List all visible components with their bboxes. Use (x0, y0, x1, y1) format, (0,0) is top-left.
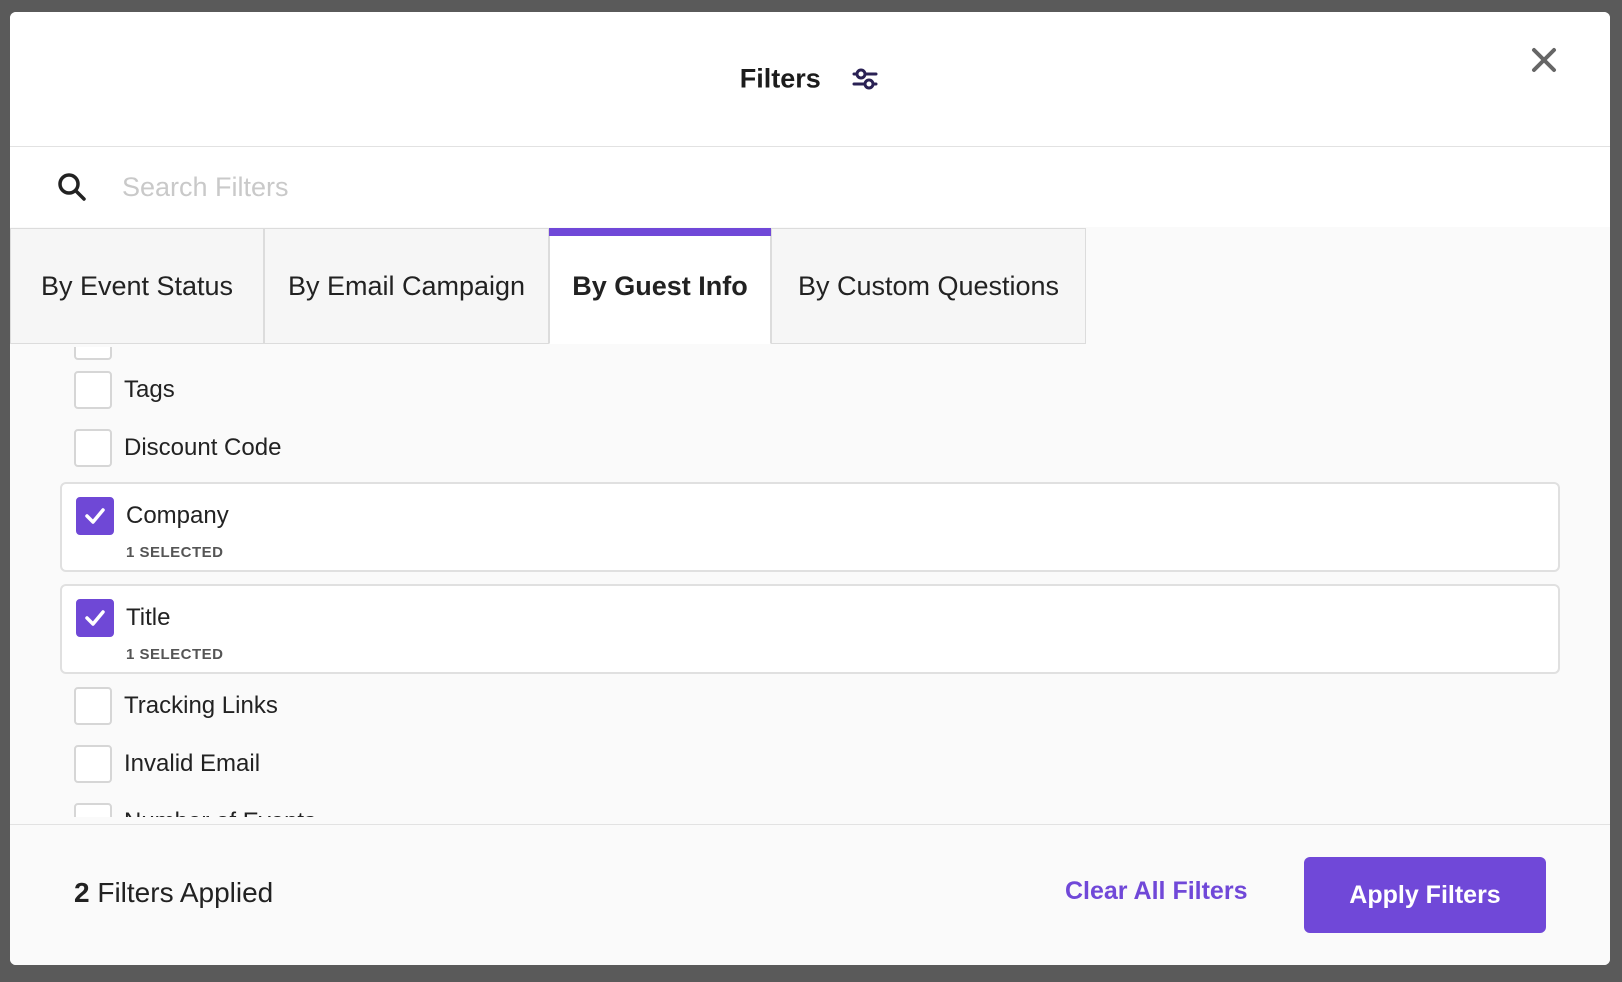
filters-applied-summary: 2 Filters Applied (74, 877, 273, 909)
checkbox-checked[interactable] (76, 497, 114, 535)
applied-label: Filters Applied (97, 877, 274, 908)
filter-label: Tracking Links (124, 692, 278, 719)
tab-label: By Email Campaign (287, 270, 526, 301)
check-icon (85, 610, 105, 626)
checkbox[interactable] (74, 371, 112, 409)
close-icon[interactable] (1524, 40, 1564, 80)
filter-list[interactable]: Tags Discount Code Company 1 SELECTED Ti… (10, 347, 1610, 817)
check-icon (85, 508, 105, 524)
filter-label: Number of Events (124, 808, 316, 817)
filters-modal: Filters By Event Status (10, 12, 1610, 965)
tab-by-guest-info[interactable]: By Guest Info (549, 228, 771, 344)
filter-item-tags[interactable]: Tags (74, 370, 175, 410)
tab-label: By Custom Questions (797, 270, 1060, 301)
applied-count: 2 (74, 877, 90, 908)
modal-header: Filters (10, 12, 1610, 147)
filter-label: Discount Code (124, 434, 282, 461)
filter-item-tracking-links[interactable]: Tracking Links (74, 686, 278, 726)
apply-filters-button[interactable]: Apply Filters (1304, 857, 1546, 933)
checkbox[interactable] (74, 745, 112, 783)
checkbox[interactable] (74, 429, 112, 467)
filter-item-number-of-events[interactable]: Number of Events (74, 802, 316, 817)
selected-count: 1 SELECTED (126, 544, 224, 561)
filter-item-discount-code[interactable]: Discount Code (74, 428, 281, 468)
filter-item-title[interactable]: Title 1 SELECTED (60, 584, 1560, 674)
tab-label: By Guest Info (572, 270, 748, 301)
tab-by-event-status[interactable]: By Event Status (10, 228, 264, 344)
checkbox-checked[interactable] (76, 599, 114, 637)
filter-label: Tags (124, 376, 175, 403)
filter-item-company[interactable]: Company 1 SELECTED (60, 482, 1560, 572)
selected-count: 1 SELECTED (126, 646, 224, 663)
modal-title-wrap: Filters (10, 62, 1610, 94)
filter-label: Company (126, 502, 229, 529)
filter-row: Company (76, 497, 229, 535)
sliders-icon (852, 68, 878, 90)
checkbox[interactable] (74, 687, 112, 725)
tab-label: By Event Status (40, 270, 234, 301)
filter-label: Invalid Email (124, 750, 261, 777)
filter-label: Title (126, 604, 171, 631)
clear-all-filters-button[interactable]: Clear All Filters (1065, 877, 1247, 906)
filter-row: Title (76, 599, 170, 637)
checkbox[interactable] (74, 347, 112, 360)
checkbox[interactable] (74, 803, 112, 817)
tab-by-email-campaign[interactable]: By Email Campaign (264, 228, 549, 344)
search-row (10, 147, 1610, 227)
filter-item-invalid-email[interactable]: Invalid Email (74, 744, 260, 784)
modal-footer: 2 Filters Applied Clear All Filters Appl… (10, 824, 1610, 965)
modal-title: Filters (739, 63, 821, 94)
search-input[interactable] (120, 161, 1524, 213)
filter-item-partial-top[interactable] (74, 347, 124, 361)
tab-by-custom-questions[interactable]: By Custom Questions (771, 228, 1086, 344)
search-icon (58, 173, 86, 201)
